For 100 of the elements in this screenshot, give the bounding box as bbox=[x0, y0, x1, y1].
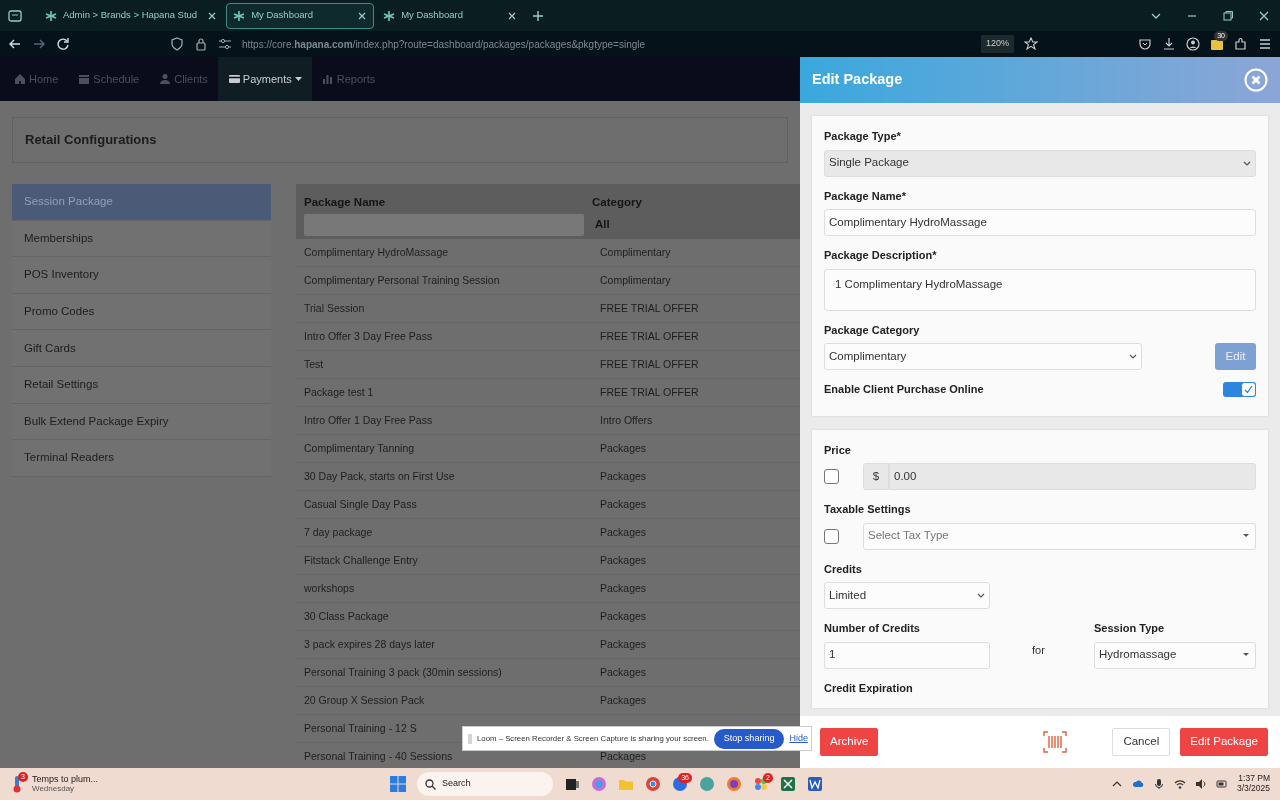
browser-tab[interactable]: My Dashboard bbox=[226, 2, 375, 29]
hide-link[interactable]: Hide bbox=[789, 731, 808, 746]
round-browser-icon[interactable] bbox=[645, 776, 661, 792]
close-icon[interactable] bbox=[507, 10, 518, 21]
table-cell: Personal Training - 12 S bbox=[304, 721, 417, 734]
table-cell: Casual Single Day Pass bbox=[304, 497, 417, 510]
currency-addon: $ bbox=[863, 463, 889, 490]
download-icon[interactable] bbox=[1162, 37, 1176, 51]
nav-item[interactable]: Payments bbox=[217, 57, 312, 101]
archive-button[interactable]: Archive bbox=[820, 728, 879, 756]
table-cell-text: FREE TRIAL OFFER bbox=[600, 384, 699, 400]
table-cell: 20 Group X Session Pack bbox=[304, 693, 425, 706]
search-field[interactable]: Search bbox=[417, 772, 553, 796]
document-app-icon[interactable] bbox=[807, 776, 823, 792]
asterisk-logo-icon bbox=[233, 9, 246, 22]
lock-icon[interactable] bbox=[194, 37, 208, 51]
table-cell-text: Packages bbox=[600, 664, 647, 680]
zoom-level[interactable]: 120% bbox=[980, 35, 1014, 53]
close-icon[interactable] bbox=[207, 10, 218, 21]
drag-handle-icon[interactable] bbox=[468, 733, 472, 744]
browser-tab[interactable]: My Dashboard bbox=[376, 2, 525, 29]
tab-list-icon[interactable] bbox=[8, 9, 22, 22]
table-cell: 30 Class Package bbox=[304, 609, 389, 622]
table-cell-text: FREE TRIAL OFFER bbox=[600, 328, 699, 344]
page-title: Retail Configurations bbox=[12, 117, 788, 163]
tax-type-select[interactable]: Select Tax Type bbox=[863, 522, 1256, 550]
table-cell-text: Packages bbox=[600, 468, 647, 484]
star-icon[interactable] bbox=[1024, 37, 1038, 51]
weather-text[interactable]: Temps to plum... bbox=[32, 774, 99, 785]
speaker-icon[interactable] bbox=[1194, 778, 1207, 790]
chevron-down-icon bbox=[1129, 354, 1137, 359]
close-icon[interactable] bbox=[1258, 9, 1270, 22]
column-header: Package Name bbox=[304, 195, 387, 210]
field-label: Price bbox=[824, 442, 852, 458]
new-tab-icon[interactable] bbox=[532, 9, 545, 22]
barcode-icon bbox=[1043, 731, 1068, 753]
browser-tab[interactable]: Admin > Brands > Hapana Stud bbox=[38, 2, 225, 29]
url-text[interactable]: https://core.hapana.com/index.php?route=dashboard/packages/packages&pkgtype=single bbox=[242, 36, 646, 52]
clock-date[interactable]: 3/3/2025 bbox=[1236, 784, 1270, 794]
menu-icon[interactable] bbox=[1258, 37, 1272, 51]
cancel-button[interactable]: Cancel bbox=[1112, 728, 1171, 756]
account-icon[interactable] bbox=[1186, 37, 1200, 51]
spreadsheet-app-icon[interactable] bbox=[780, 776, 796, 792]
field-label: Number of Credits bbox=[824, 621, 921, 636]
wifi-icon[interactable] bbox=[1173, 778, 1186, 790]
back-arrow-icon[interactable] bbox=[8, 37, 22, 51]
credits-select[interactable]: Limited bbox=[824, 582, 990, 609]
package-name-field[interactable]: Complimentary HydroMassage bbox=[824, 209, 1256, 236]
table-cell-text: Packages bbox=[600, 580, 647, 596]
clock-time[interactable]: 1:37 PM bbox=[1236, 774, 1270, 784]
close-icon[interactable] bbox=[357, 10, 368, 21]
table-cell-text: FREE TRIAL OFFER bbox=[600, 300, 699, 316]
shield-icon[interactable] bbox=[170, 37, 184, 51]
puzzle-icon[interactable] bbox=[1234, 37, 1248, 51]
task-view-icon[interactable] bbox=[564, 776, 580, 792]
checkbox[interactable] bbox=[824, 469, 839, 484]
filter-field[interactable] bbox=[304, 214, 584, 237]
table-cell: Complimentary HydroMassage bbox=[304, 245, 449, 258]
table-cell-text: FREE TRIAL OFFER bbox=[600, 356, 699, 372]
session-type-select[interactable]: Hydromassage bbox=[1094, 641, 1256, 669]
fox-browser-icon[interactable] bbox=[726, 776, 742, 792]
sliders-icon[interactable] bbox=[218, 37, 232, 51]
table-cell: 7 day package bbox=[304, 525, 373, 538]
cloud-icon[interactable] bbox=[1131, 778, 1144, 790]
user-icon bbox=[159, 73, 172, 85]
checkbox[interactable] bbox=[824, 528, 839, 544]
table-cell: 3 pack expires 28 days later bbox=[304, 637, 435, 650]
battery-icon[interactable] bbox=[1215, 778, 1228, 790]
field-label: Package Type* bbox=[824, 129, 902, 144]
pocket-icon[interactable] bbox=[1138, 37, 1152, 51]
table-cell: Test bbox=[304, 357, 324, 370]
submit-button[interactable]: Edit Package bbox=[1180, 728, 1268, 756]
price-field[interactable]: 0.00 bbox=[889, 463, 1256, 490]
flower-app-icon[interactable] bbox=[753, 776, 769, 792]
connector-text: for bbox=[1032, 643, 1046, 658]
field-label: Enable Client Purchase Online bbox=[824, 382, 984, 397]
bar-chart-icon bbox=[321, 73, 334, 85]
credits-number-field[interactable]: 1 bbox=[824, 641, 990, 669]
reload-icon[interactable] bbox=[56, 37, 70, 51]
weather-day: Wednesday bbox=[32, 784, 99, 794]
table-cell-text: Packages bbox=[600, 440, 647, 456]
table-cell-text: Packages bbox=[600, 496, 647, 512]
table-cell: Personal Training 3 pack (30min sessions) bbox=[304, 665, 502, 678]
description-field[interactable]: 1 Complimentary HydroMassage bbox=[824, 268, 1256, 311]
table-cell: Complimentary Tanning bbox=[304, 441, 415, 454]
table-cell: Package test 1 bbox=[304, 385, 374, 398]
table-cell: Complimentary Personal Training Session bbox=[304, 273, 500, 286]
table-cell-text: Packages bbox=[600, 748, 647, 764]
toggle-switch[interactable] bbox=[1223, 381, 1256, 397]
category-select[interactable]: Complimentary bbox=[824, 343, 1142, 370]
chevron-down-icon bbox=[977, 593, 985, 598]
restore-icon[interactable] bbox=[1222, 9, 1234, 22]
table-cell-text: Packages bbox=[600, 692, 647, 708]
forward-arrow-icon[interactable] bbox=[32, 37, 46, 51]
asterisk-logo-icon bbox=[383, 9, 396, 22]
card-icon bbox=[227, 73, 240, 85]
table-cell: Intro Offer 3 Day Free Pass bbox=[304, 329, 433, 342]
microphone-icon[interactable] bbox=[1152, 778, 1165, 790]
package-type-select[interactable]: Single Package bbox=[824, 149, 1256, 177]
stop-sharing-button[interactable]: Stop sharing bbox=[713, 728, 785, 749]
